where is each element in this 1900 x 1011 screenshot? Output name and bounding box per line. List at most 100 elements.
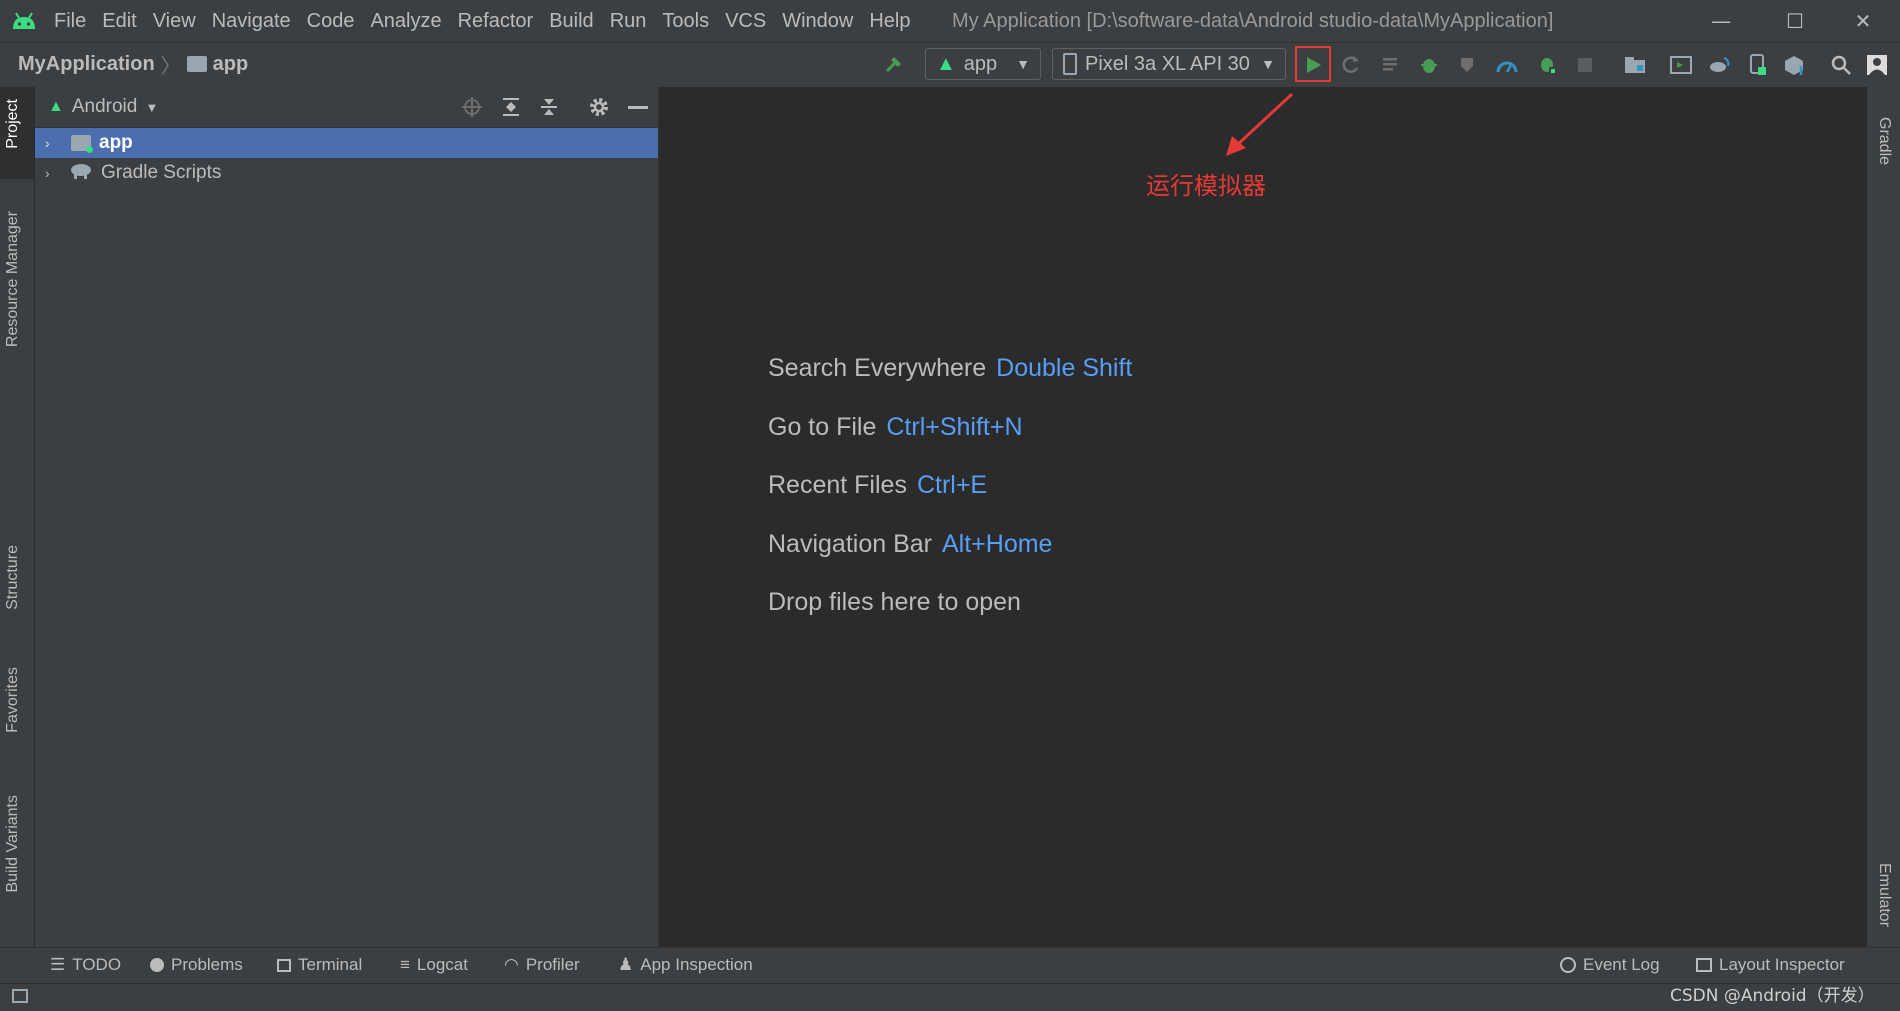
menu-tools[interactable]: Tools [662,10,709,33]
tool-todo[interactable]: ☰ TODO [50,947,121,983]
breadcrumb: MyApplication 〉 app [18,42,248,86]
toggle-tool-windows-icon[interactable] [12,989,28,1003]
tree-item-gradle-scripts[interactable]: › Gradle Scripts [35,158,658,188]
tree-item-label: Gradle Scripts [101,162,222,183]
expand-all-icon[interactable] [500,96,522,118]
sdk-manager-icon[interactable] [1782,52,1808,78]
hint-search-everywhere: Search Everywhere Double Shift [768,354,1132,383]
project-view-select[interactable]: ▲ Android ▼ [48,87,158,127]
tool-tab-structure[interactable]: Structure [4,545,22,610]
run-config-select[interactable]: ▲ app ▼ [925,48,1041,80]
annotation-arrow-icon [1226,92,1294,156]
tool-event-log[interactable]: Event Log [1560,947,1660,983]
tool-tab-emulator[interactable]: Emulator [1875,863,1893,927]
chevron-down-icon: ▼ [1016,56,1030,72]
locate-target-icon[interactable] [461,96,483,118]
info-icon [150,958,164,972]
hint-go-to-file: Go to File Ctrl+Shift+N [768,413,1023,442]
breadcrumb-project[interactable]: MyApplication [18,53,155,76]
chevron-right-icon: › [45,165,50,181]
device-label: Pixel 3a XL API 30 [1085,52,1250,75]
device-manager-icon[interactable] [1668,52,1694,78]
menu-build[interactable]: Build [549,10,593,33]
apply-code-changes-icon[interactable] [1378,52,1404,78]
module-folder-icon [71,135,93,153]
breadcrumb-module[interactable]: app [213,53,249,76]
sync-gradle-icon[interactable] [1706,52,1732,78]
menu-navigate[interactable]: Navigate [212,10,291,33]
tool-logcat[interactable]: ≡ Logcat [400,947,468,983]
tool-profiler[interactable]: ◠ Profiler [504,947,580,983]
chevron-down-icon: ▼ [1261,56,1275,72]
event-log-icon [1560,957,1576,973]
menu-help[interactable]: Help [869,10,910,33]
menu-window[interactable]: Window [782,10,853,33]
tool-label: Event Log [1583,955,1660,974]
menu-code[interactable]: Code [307,10,355,33]
profiler-gauge-icon[interactable] [1494,52,1520,78]
hint-recent-files: Recent Files Ctrl+E [768,471,987,500]
chevron-down-icon: ▼ [145,99,159,115]
gear-icon[interactable] [588,96,610,118]
device-select[interactable]: Pixel 3a XL API 30 ▼ [1052,48,1286,80]
logcat-icon: ≡ [400,955,410,974]
menu-view[interactable]: View [153,10,196,33]
play-icon [1307,57,1321,73]
device-icon [1063,53,1077,75]
android-icon: ▲ [936,52,956,75]
tool-layout-inspector[interactable]: Layout Inspector [1696,947,1845,983]
maximize-icon[interactable]: ☐ [1780,6,1810,36]
terminal-icon [277,958,291,972]
tree-item-app[interactable]: › app [35,128,658,158]
collapse-all-icon[interactable] [538,96,560,118]
build-hammer-icon[interactable] [882,52,908,78]
tool-problems[interactable]: Problems [150,947,243,983]
chevron-right-icon: › [45,135,50,151]
attach-debugger-icon[interactable] [1534,52,1560,78]
folder-icon [186,56,207,72]
android-icon: ♟ [618,955,634,974]
run-button[interactable] [1300,52,1326,78]
main-menu: File Edit View Navigate Code Analyze Ref… [54,0,927,42]
tool-label: TODO [72,955,122,974]
watermark: CSDN @Android（开发） [1670,986,1875,1006]
tool-tab-gradle[interactable]: Gradle [1875,117,1893,165]
tool-label: Profiler [525,955,580,974]
search-icon[interactable] [1828,52,1854,78]
hint-navigation-bar: Navigation Bar Alt+Home [768,530,1052,559]
tool-terminal[interactable]: Terminal [277,947,362,983]
tool-label: Terminal [298,955,363,974]
project-panel [35,87,659,947]
tool-tab-build-variants[interactable]: Build Variants [4,795,22,893]
run-config-label: app [963,52,998,75]
menu-edit[interactable]: Edit [102,10,136,33]
profiler-gauge-icon: ◠ [504,955,519,974]
hint-label: Drop files here to open [768,588,1021,616]
tool-label: Layout Inspector [1719,955,1845,974]
menu-analyze[interactable]: Analyze [370,10,441,33]
apply-changes-restart-icon[interactable] [1338,52,1364,78]
account-avatar-icon[interactable] [1864,52,1890,78]
coverage-icon[interactable] [1454,52,1480,78]
minimize-icon[interactable]: — [1706,6,1736,36]
tree-item-label: app [99,132,133,153]
hint-shortcut: Double Shift [996,354,1133,382]
tool-tab-resource-manager[interactable]: Resource Manager [4,211,22,347]
hide-panel-icon[interactable] [628,106,648,109]
tool-app-inspection[interactable]: ♟ App Inspection [618,947,753,983]
stop-icon[interactable] [1572,52,1598,78]
project-structure-icon[interactable] [1622,52,1648,78]
avd-manager-icon[interactable] [1744,52,1770,78]
left-tool-strip: Project Resource Manager Structure Favor… [0,87,35,947]
close-icon[interactable]: ✕ [1848,6,1878,36]
debug-icon[interactable] [1416,52,1442,78]
hint-label: Navigation Bar [768,530,932,558]
tool-tab-favorites[interactable]: Favorites [4,667,22,733]
menu-vcs[interactable]: VCS [725,10,766,33]
tool-tab-project[interactable]: Project [4,99,22,149]
tool-label: Problems [171,955,243,974]
menu-file[interactable]: File [54,10,86,33]
menu-refactor[interactable]: Refactor [458,10,534,33]
menu-run[interactable]: Run [610,10,647,33]
layout-inspector-icon [1696,958,1712,972]
